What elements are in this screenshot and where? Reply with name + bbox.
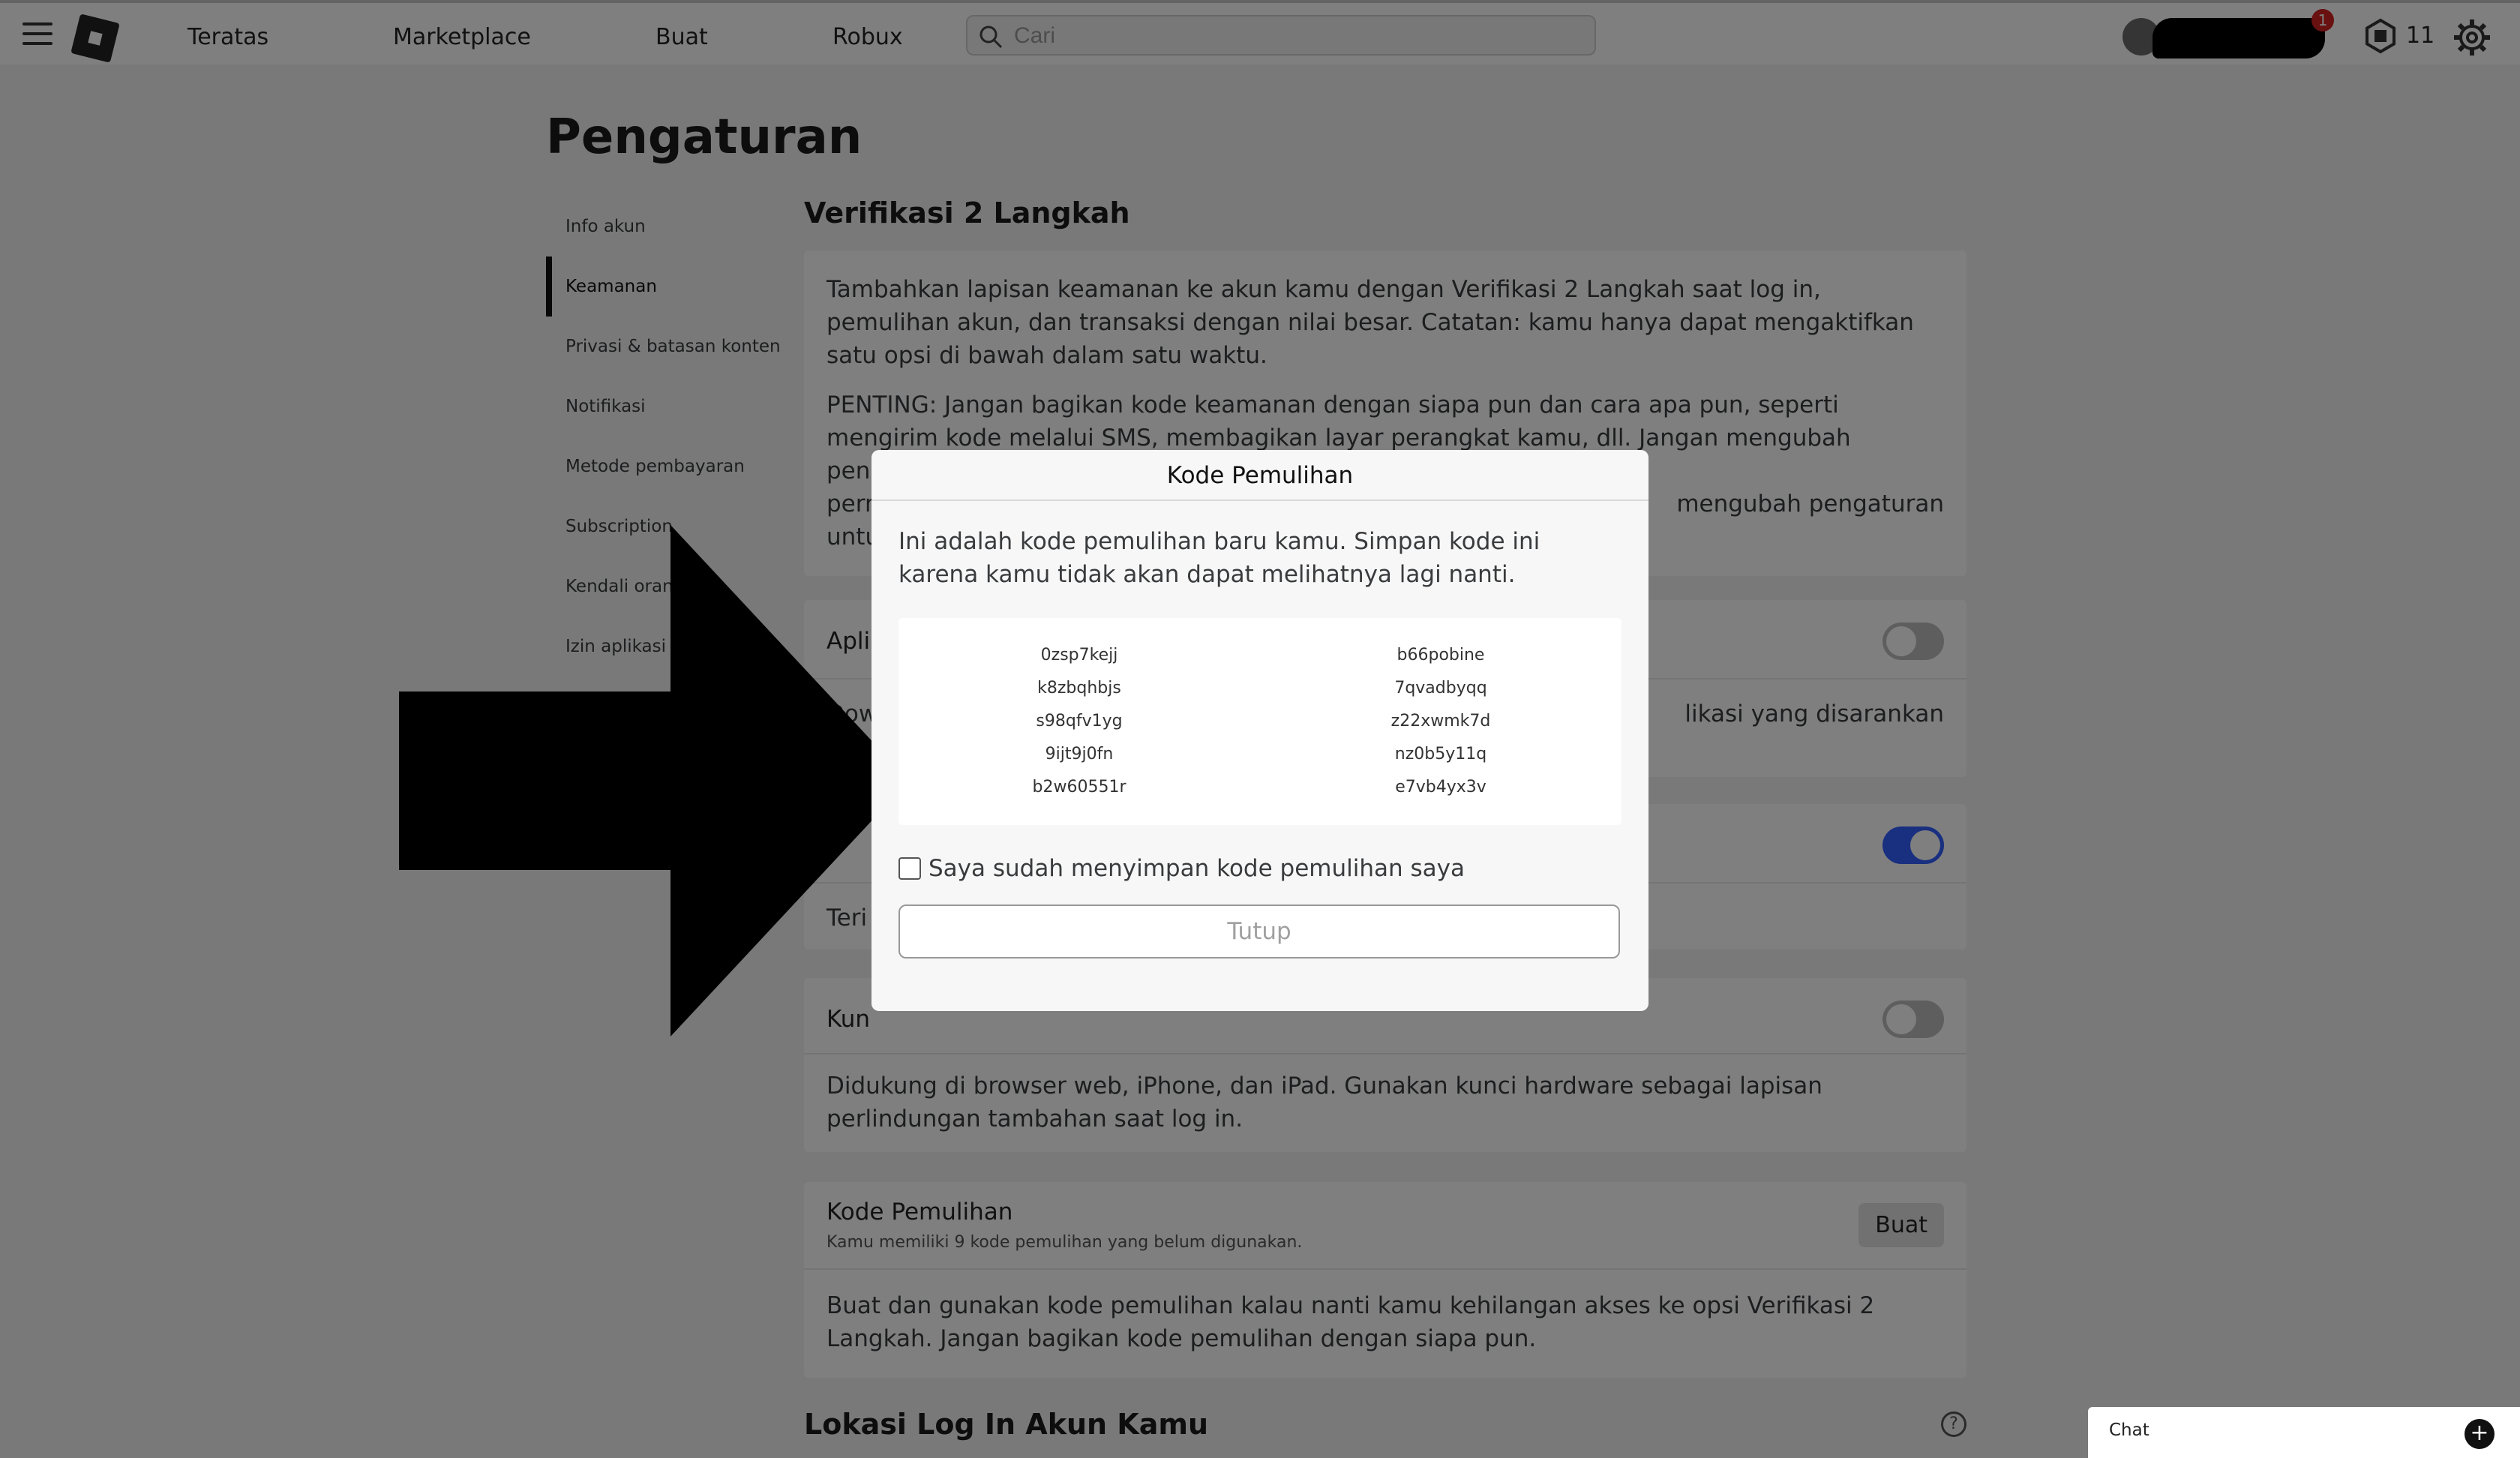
recovery-codes-dialog: Kode Pemulihan Ini adalah kode pemulihan… [872,450,1648,1011]
close-button[interactable]: Tutup [898,904,1620,958]
codes-column-left: 0zsp7kejj k8zbqhbjs s98qfv1yg 9ijt9j0fn … [898,639,1260,804]
saved-codes-confirmation[interactable]: Saya sudah menyimpan kode pemulihan saya [898,855,1622,882]
dialog-title: Kode Pemulihan [872,450,1648,501]
recovery-code: 7qvadbyqq [1394,679,1487,698]
recovery-code: z22xwmk7d [1390,712,1491,730]
recovery-codes-list: 0zsp7kejj k8zbqhbjs s98qfv1yg 9ijt9j0fn … [898,618,1622,825]
dialog-body: Ini adalah kode pemulihan baru kamu. Sim… [872,501,1648,982]
recovery-code: b2w60551r [1032,778,1126,796]
chat-bar[interactable]: Chat + [2088,1407,2520,1458]
recovery-code: 9ijt9j0fn [1045,745,1114,764]
saved-codes-checkbox[interactable] [898,857,921,880]
recovery-code: k8zbqhbjs [1037,679,1121,698]
recovery-code: e7vb4yx3v [1395,778,1486,796]
codes-column-right: b66pobine 7qvadbyqq z22xwmk7d nz0b5y11q … [1260,639,1622,804]
chat-label[interactable]: Chat [2109,1420,2150,1440]
recovery-code: 0zsp7kejj [1040,646,1118,664]
recovery-code: nz0b5y11q [1394,745,1487,764]
recovery-code: b66pobine [1396,646,1485,664]
dialog-description: Ini adalah kode pemulihan baru kamu. Sim… [898,528,1540,588]
saved-codes-label[interactable]: Saya sudah menyimpan kode pemulihan saya [928,855,1465,882]
annotation-arrow [399,525,909,1036]
recovery-code: s98qfv1yg [1036,712,1123,730]
chat-new-icon[interactable]: + [2464,1419,2494,1449]
